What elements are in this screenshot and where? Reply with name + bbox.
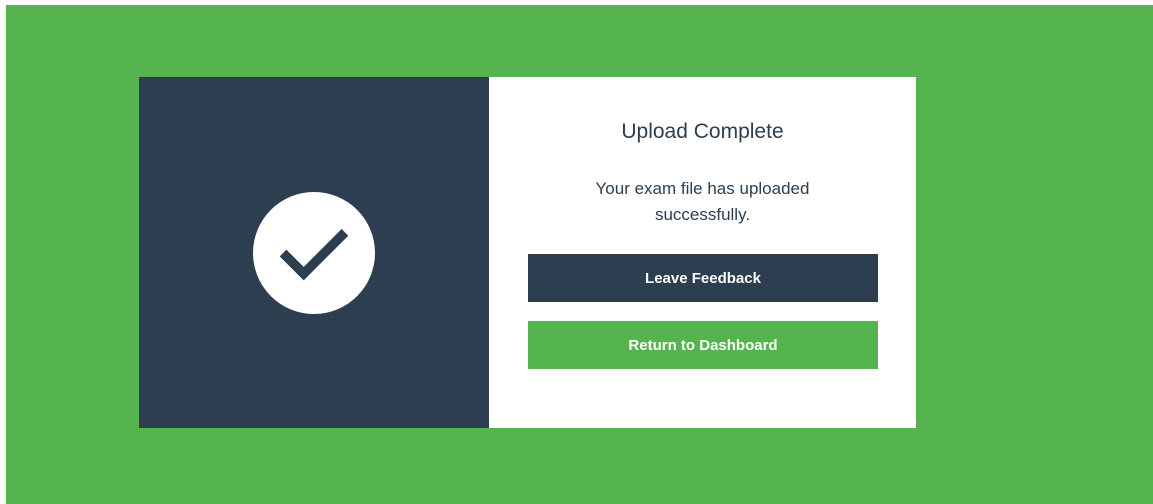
dialog-title: Upload Complete bbox=[621, 120, 784, 143]
dialog-message: Your exam file has uploaded successfully… bbox=[595, 179, 810, 224]
leave-feedback-button[interactable]: Leave Feedback bbox=[528, 254, 878, 302]
return-to-dashboard-button[interactable]: Return to Dashboard bbox=[528, 321, 878, 369]
dialog-content-panel: Upload Complete Your exam file has uploa… bbox=[489, 77, 916, 428]
upload-complete-dialog: Upload Complete Your exam file has uploa… bbox=[139, 77, 916, 428]
checkmark-icon bbox=[279, 228, 349, 280]
success-badge bbox=[253, 191, 375, 314]
dialog-icon-panel bbox=[139, 77, 489, 428]
